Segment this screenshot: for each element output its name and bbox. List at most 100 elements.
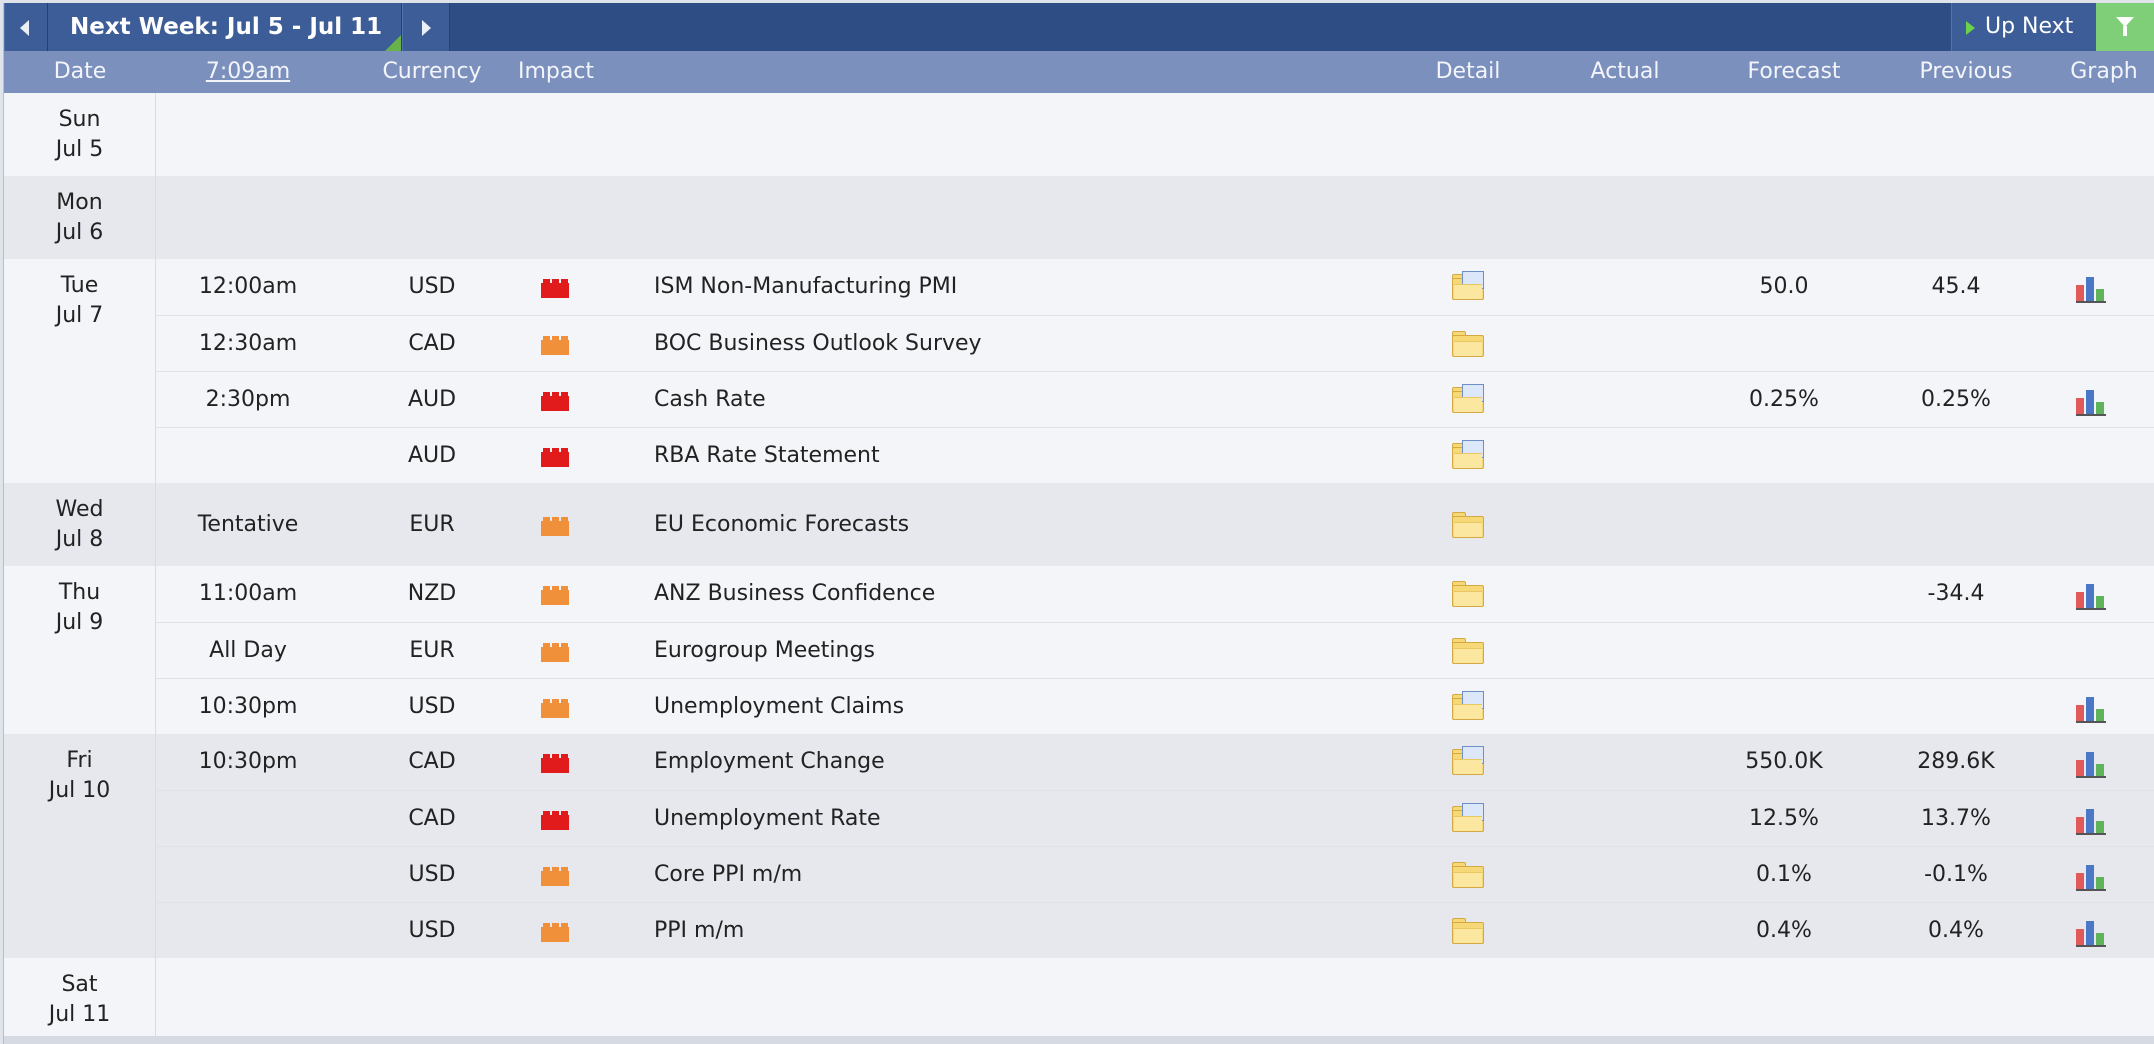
- bar-chart-icon[interactable]: [2076, 807, 2108, 835]
- filter-button[interactable]: [2096, 3, 2154, 51]
- folder-icon[interactable]: [1452, 512, 1484, 538]
- event-time: 11:00am: [198, 581, 298, 606]
- day-group: Wed Jul 8 Tentative EUR EU Economic Forecast…: [4, 483, 2154, 567]
- folder-icon[interactable]: [1452, 638, 1484, 664]
- bar-chart-icon[interactable]: [2076, 388, 2108, 416]
- event-previous: 0.4%: [1928, 918, 1984, 943]
- high-impact-icon: [541, 754, 569, 773]
- header-impact: Impact: [517, 59, 595, 84]
- event-title[interactable]: RBA Rate Statement: [654, 428, 1354, 484]
- bar-chart-icon[interactable]: [2076, 750, 2108, 778]
- bar-chart-icon[interactable]: [2076, 582, 2108, 610]
- high-impact-icon: [541, 279, 569, 298]
- chevron-right-icon: [422, 20, 431, 36]
- event-title[interactable]: Unemployment Claims: [654, 679, 1354, 735]
- next-week-button[interactable]: [402, 3, 450, 51]
- event-time: Tentative: [197, 512, 299, 537]
- event-row[interactable]: All Day EUR Eurogroup Meetings: [156, 622, 2154, 679]
- folder-icon[interactable]: [1452, 862, 1484, 888]
- event-title[interactable]: PPI m/m: [654, 903, 1354, 959]
- event-row[interactable]: USD Core PPI m/m 0.1% -0.1%: [156, 846, 2154, 903]
- event-currency: USD: [408, 694, 456, 719]
- folder-document-icon[interactable]: [1452, 440, 1484, 469]
- folder-icon[interactable]: [1452, 331, 1484, 357]
- event-title[interactable]: Cash Rate: [654, 372, 1354, 428]
- folder-icon[interactable]: [1452, 581, 1484, 607]
- event-forecast: 0.1%: [1756, 862, 1812, 887]
- bar-chart-icon[interactable]: [2076, 695, 2108, 723]
- day-date: Jul 8: [55, 527, 104, 552]
- up-next-button[interactable]: Up Next: [1951, 3, 2096, 51]
- event-previous: -0.1%: [1924, 862, 1988, 887]
- folder-document-icon[interactable]: [1452, 384, 1484, 413]
- header-time-link[interactable]: 7:09am: [156, 51, 340, 93]
- event-title[interactable]: ISM Non-Manufacturing PMI: [654, 259, 1354, 315]
- event-title[interactable]: EU Economic Forecasts: [654, 497, 1354, 553]
- event-title[interactable]: Employment Change: [654, 734, 1354, 790]
- chevron-left-icon: [20, 20, 29, 36]
- folder-document-icon[interactable]: [1452, 746, 1484, 775]
- day-date: Jul 5: [55, 137, 104, 162]
- day-label: Wed Jul 8: [4, 483, 156, 566]
- folder-icon[interactable]: [1452, 918, 1484, 944]
- event-row[interactable]: 2:30pm AUD Cash Rate 0.25% 0.25%: [156, 371, 2154, 428]
- event-currency: CAD: [408, 749, 456, 774]
- corner-indicator-icon: [385, 35, 401, 51]
- event-time: 10:30pm: [198, 694, 298, 719]
- event-currency: CAD: [408, 331, 456, 356]
- event-row[interactable]: Tentative EUR EU Economic Forecasts: [156, 497, 2154, 553]
- week-title: Next Week: Jul 5 - Jul 11: [70, 14, 383, 40]
- week-navigation-bar: Next Week: Jul 5 - Jul 11 Up Next: [4, 3, 2154, 51]
- event-title[interactable]: ANZ Business Confidence: [654, 566, 1354, 622]
- high-impact-icon: [541, 811, 569, 830]
- event-title[interactable]: Unemployment Rate: [654, 791, 1354, 847]
- event-currency: EUR: [409, 638, 455, 663]
- bar-chart-icon[interactable]: [2076, 275, 2108, 303]
- folder-document-icon[interactable]: [1452, 803, 1484, 832]
- week-title-button[interactable]: Next Week: Jul 5 - Jul 11: [48, 3, 402, 51]
- event-title[interactable]: Core PPI m/m: [654, 847, 1354, 903]
- medium-impact-icon: [541, 336, 569, 355]
- event-row[interactable]: 12:30am CAD BOC Business Outlook Survey: [156, 315, 2154, 372]
- header-actual: Actual: [1590, 59, 1660, 84]
- folder-document-icon[interactable]: [1452, 271, 1484, 300]
- event-row[interactable]: CAD Unemployment Rate 12.5% 13.7%: [156, 790, 2154, 847]
- calendar-window: Next Week: Jul 5 - Jul 11 Up Next Date 7…: [3, 3, 2154, 1044]
- bar-chart-icon[interactable]: [2076, 863, 2108, 891]
- day-of-week: Thu: [58, 580, 101, 605]
- event-row[interactable]: 12:00am USD ISM Non-Manufacturing PMI 50.0 4…: [156, 259, 2154, 315]
- bar-chart-icon[interactable]: [2076, 919, 2108, 947]
- day-date: Jul 9: [55, 610, 104, 635]
- event-previous: 45.4: [1931, 274, 1981, 299]
- event-title[interactable]: BOC Business Outlook Survey: [654, 316, 1354, 372]
- event-row[interactable]: USD PPI m/m 0.4% 0.4%: [156, 902, 2154, 959]
- play-icon: [1966, 21, 1975, 35]
- folder-document-icon[interactable]: [1452, 691, 1484, 720]
- event-time: All Day: [209, 638, 287, 663]
- event-currency: USD: [408, 862, 456, 887]
- day-date: Jul 7: [55, 303, 104, 328]
- high-impact-icon: [541, 448, 569, 467]
- day-of-week: Fri: [66, 748, 93, 773]
- header-currency: Currency: [382, 59, 482, 84]
- event-currency: AUD: [407, 387, 457, 412]
- day-group: Sat Jul 11: [4, 958, 2154, 1037]
- previous-week-button[interactable]: [4, 3, 48, 51]
- day-label: Thu Jul 9: [4, 566, 156, 734]
- event-row[interactable]: 10:30pm USD Unemployment Claims: [156, 678, 2154, 735]
- event-row[interactable]: 10:30pm CAD Employment Change 550.0K 289.6K: [156, 734, 2154, 790]
- table-bottom-border: [4, 1036, 2154, 1044]
- day-label: Tue Jul 7: [4, 259, 156, 483]
- day-of-week: Tue: [60, 273, 99, 298]
- event-currency: AUD: [407, 443, 457, 468]
- day-label: Fri Jul 10: [4, 734, 156, 958]
- event-row[interactable]: 11:00am NZD ANZ Business Confidence -34.4: [156, 566, 2154, 622]
- event-title[interactable]: Eurogroup Meetings: [654, 623, 1354, 679]
- event-forecast: 0.25%: [1749, 387, 1819, 412]
- day-of-week: Sat: [61, 972, 98, 997]
- event-previous: 0.25%: [1921, 387, 1991, 412]
- event-time: 10:30pm: [198, 749, 298, 774]
- header-date: Date: [53, 59, 107, 84]
- day-group: Fri Jul 10 10:30pm CAD Employment Change 550.…: [4, 734, 2154, 959]
- event-row[interactable]: AUD RBA Rate Statement: [156, 427, 2154, 484]
